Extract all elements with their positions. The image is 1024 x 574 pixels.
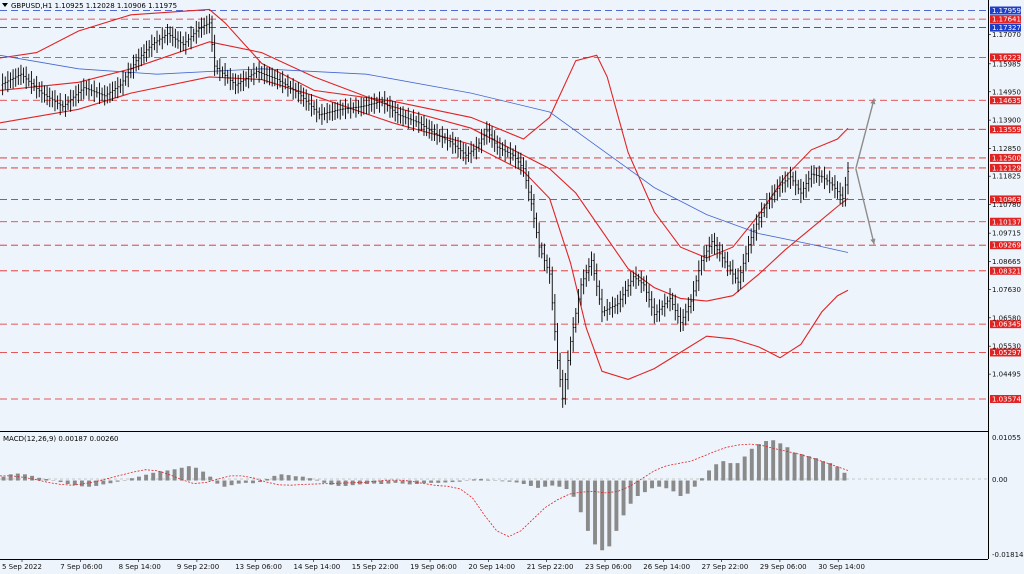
y-tick-label: 1.06580 [992, 314, 1021, 322]
x-tick-label: 8 Sep 14:00 [119, 563, 161, 571]
level-tag-label: 1.03574 [992, 395, 1021, 403]
x-tick-label: 13 Sep 06:00 [235, 563, 282, 571]
macd-axis-zero: 0.00 [992, 476, 1008, 484]
level-tag-label: 1.13559 [992, 126, 1021, 134]
level-tag-label: 1.12500 [992, 154, 1021, 162]
y-tick-label: 1.17070 [992, 31, 1021, 39]
level-tag-label: 1.10137 [992, 218, 1021, 226]
x-tick-label: 30 Sep 14:00 [818, 563, 865, 571]
level-tag-label: 1.12129 [992, 164, 1021, 172]
price-pane [0, 0, 988, 430]
x-tick-label: 29 Sep 06:00 [760, 563, 807, 571]
y-tick-label: 1.13900 [992, 117, 1021, 125]
y-tick-label: 1.11825 [992, 173, 1021, 181]
x-tick-label: 20 Sep 14:00 [468, 563, 515, 571]
x-tick-label: 19 Sep 06:00 [410, 563, 457, 571]
macd-pane [0, 433, 988, 559]
y-tick-label: 1.12850 [992, 145, 1021, 153]
chart-window: 1.17959 1.17641 1.17327 1.16223 1.14635 1.135… [0, 0, 1024, 574]
x-tick-label: 15 Sep 22:00 [352, 563, 399, 571]
y-tick-label: 1.10780 [992, 201, 1021, 209]
macd-label: MACD(12,26,9) 0.00187 0.00260 [3, 435, 119, 443]
level-tag-label: 1.17959 [992, 7, 1021, 15]
y-tick-label: 1.05530 [992, 343, 1021, 351]
x-tick-label: 5 Sep 2022 [2, 563, 42, 571]
y-tick-label: 1.15985 [992, 60, 1021, 68]
x-tick-label: 26 Sep 14:00 [643, 563, 690, 571]
y-tick-label: 1.07630 [992, 286, 1021, 294]
x-tick-label: 9 Sep 22:00 [177, 563, 219, 571]
chart-canvas[interactable]: 1.179591.176411.173271.162231.146351.135… [0, 0, 1024, 574]
macd-axis-bottom: -0.01814 [992, 551, 1024, 559]
level-tag-label: 1.08321 [992, 267, 1021, 275]
y-tick-label: 1.08665 [992, 258, 1021, 266]
level-tag-label: 1.09269 [992, 242, 1021, 250]
level-tag-label: 1.17641 [992, 16, 1021, 24]
x-tick-label: 21 Sep 22:00 [527, 563, 574, 571]
x-tick-label: 14 Sep 14:00 [294, 563, 341, 571]
symbol-info: GBPUSD,H1 1.10925 1.12028 1.10906 1.1197… [11, 2, 177, 10]
y-tick-label: 1.09715 [992, 230, 1021, 238]
level-tag-label: 1.14635 [992, 97, 1021, 105]
y-tick-label: 1.04495 [992, 371, 1021, 379]
x-tick-label: 7 Sep 06:00 [60, 563, 102, 571]
x-tick-label: 23 Sep 06:00 [585, 563, 632, 571]
time-axis: 5 Sep 2022 7 Sep 06:00 8 Sep 14:00 9 Sep 22… [2, 559, 865, 571]
macd-axis-top: 0.01055 [992, 434, 1021, 442]
x-tick-label: 27 Sep 22:00 [702, 563, 749, 571]
y-tick-label: 1.14950 [992, 88, 1021, 96]
